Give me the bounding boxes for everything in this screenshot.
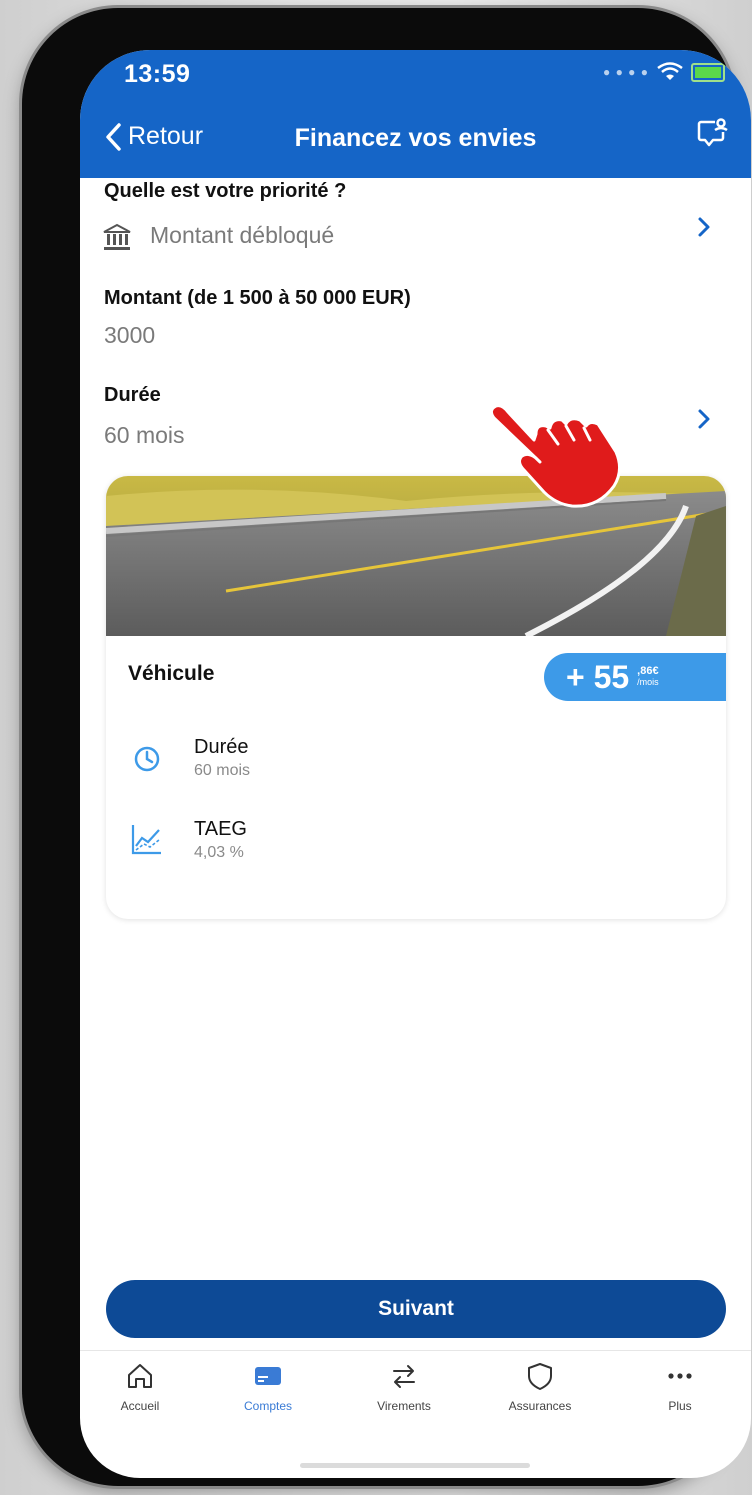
detail-duration-label: Durée [194, 736, 249, 758]
status-icons: ● ● ● ● [603, 62, 725, 82]
price-amount: + 55 [566, 658, 630, 695]
tab-label: Assurances [508, 1399, 572, 1413]
offer-title: Véhicule [128, 662, 215, 685]
detail-taeg-label: TAEG [194, 818, 247, 840]
tab-label: Virements [377, 1399, 431, 1413]
chevron-right-icon[interactable] [697, 216, 711, 238]
wifi-icon [657, 62, 683, 80]
amount-label: Montant (de 1 500 à 50 000 EUR) [104, 287, 411, 309]
battery-icon [691, 62, 725, 82]
more-icon [668, 1373, 692, 1379]
chart-icon [131, 825, 161, 855]
duration-label: Durée [104, 384, 161, 406]
tab-assurances[interactable]: Assurances [480, 1361, 600, 1413]
road-image [106, 476, 726, 636]
signal-icon: ● ● ● ● [603, 65, 649, 79]
price-badge: + 55 ,86€ /mois [544, 653, 726, 701]
tab-virements[interactable]: Virements [344, 1361, 464, 1413]
bank-icon [103, 223, 131, 250]
clock-icon [134, 746, 160, 772]
duration-select[interactable]: 60 mois [104, 422, 185, 449]
priority-select[interactable]: Montant débloqué [150, 222, 334, 249]
status-time: 13:59 [124, 60, 191, 88]
tab-label: Accueil [120, 1399, 160, 1413]
tab-bar: Accueil Comptes Virements Assurances Plu… [80, 1350, 751, 1441]
priority-label: Quelle est votre priorité ? [104, 180, 347, 202]
next-button[interactable]: Suivant [106, 1280, 726, 1338]
page-title: Financez vos envies [294, 124, 537, 152]
home-icon [128, 1364, 152, 1388]
price-cents: ,86€ [637, 665, 659, 677]
pointer-hand-icon [489, 404, 621, 508]
detail-taeg-value: 4,03 % [194, 844, 244, 861]
app-screen: 13:59 ● ● ● ● Retour Financez vos envies [80, 50, 751, 1478]
tab-plus[interactable]: Plus [620, 1361, 740, 1413]
card-icon [255, 1367, 281, 1385]
chevron-right-icon[interactable] [697, 408, 711, 430]
tab-label: Comptes [243, 1399, 293, 1413]
detail-duration-value: 60 mois [194, 762, 251, 779]
transfer-icon [393, 1365, 415, 1388]
chat-icon[interactable] [695, 116, 729, 150]
amount-input[interactable]: 3000 [104, 322, 155, 349]
home-indicator [300, 1463, 530, 1468]
header-bar: 13:59 ● ● ● ● Retour Financez vos envies [80, 50, 751, 178]
shield-icon [528, 1363, 552, 1390]
offer-card[interactable]: Véhicule + 55 ,86€ /mois Durée 60 mois T… [106, 476, 726, 919]
phone-frame: 13:59 ● ● ● ● Retour Financez vos envies [22, 8, 751, 1486]
tab-accueil[interactable]: Accueil [80, 1361, 200, 1413]
tab-label: Plus [668, 1399, 692, 1413]
tab-comptes[interactable]: Comptes [208, 1361, 328, 1413]
price-unit: /mois [637, 677, 659, 687]
price-detail: ,86€ /mois [637, 666, 659, 688]
